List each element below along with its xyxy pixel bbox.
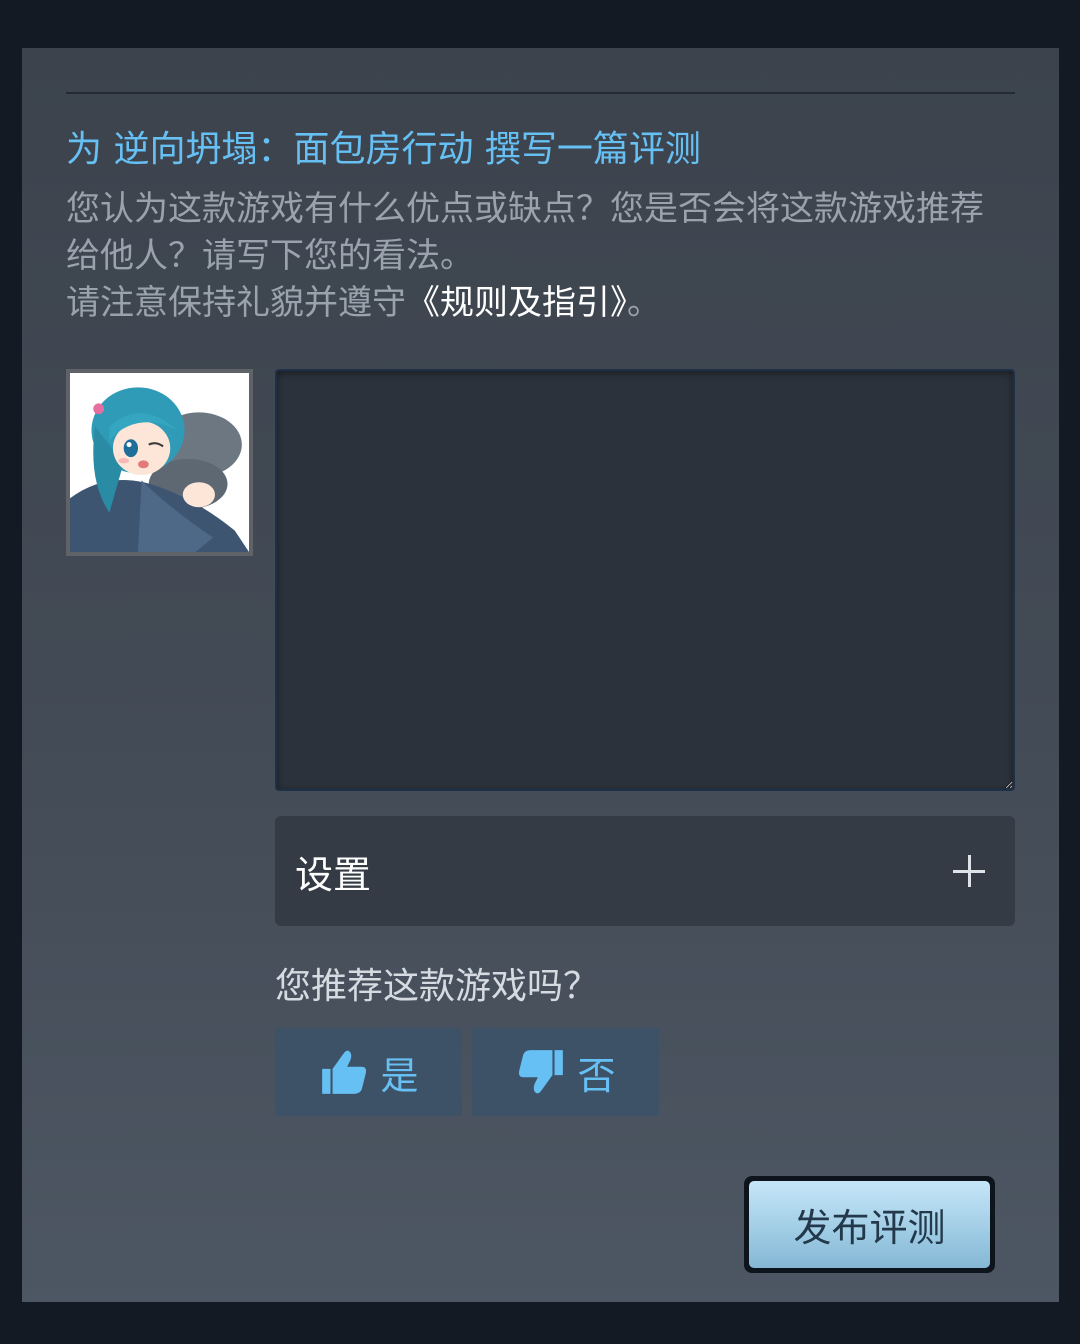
etiquette-suffix: 。 xyxy=(627,283,661,323)
user-avatar[interactable] xyxy=(66,369,253,556)
recommend-no-button[interactable]: 否 xyxy=(472,1028,659,1116)
review-title: 为 逆向坍塌：面包房行动 撰写一篇评测 xyxy=(66,129,701,170)
recommend-question: 您推荐这款游戏吗？ xyxy=(275,966,600,1007)
recommend-yes-label: 是 xyxy=(380,1053,419,1098)
rules-link[interactable]: 《规则及指引》 xyxy=(406,283,627,323)
thumbs-up-icon xyxy=(322,1050,367,1094)
settings-label: 设置 xyxy=(295,852,372,897)
review-description: 您认为这款游戏有什么优点或缺点？您是否会将这款游戏推荐给他人？请写下您的看法。 … xyxy=(66,186,1006,327)
recommend-no-label: 否 xyxy=(577,1053,616,1098)
review-textarea[interactable] xyxy=(275,369,1015,791)
avatar-image xyxy=(70,373,249,552)
settings-expander[interactable]: 设置 xyxy=(275,816,1015,926)
review-panel: 为 逆向坍塌：面包房行动 撰写一篇评测 您认为这款游戏有什么优点或缺点？您是否会… xyxy=(22,48,1059,1302)
review-prompt: 您认为这款游戏有什么优点或缺点？您是否会将这款游戏推荐给他人？请写下您的看法。 xyxy=(66,189,984,276)
thumbs-down-icon xyxy=(519,1050,564,1094)
publish-review-button[interactable]: 发布评测 xyxy=(744,1176,995,1273)
recommend-yes-button[interactable]: 是 xyxy=(275,1028,462,1116)
publish-label: 发布评测 xyxy=(749,1181,990,1268)
etiquette-prefix: 请注意保持礼貌并遵守 xyxy=(66,283,406,323)
top-divider xyxy=(66,92,1015,94)
plus-icon xyxy=(953,855,985,887)
